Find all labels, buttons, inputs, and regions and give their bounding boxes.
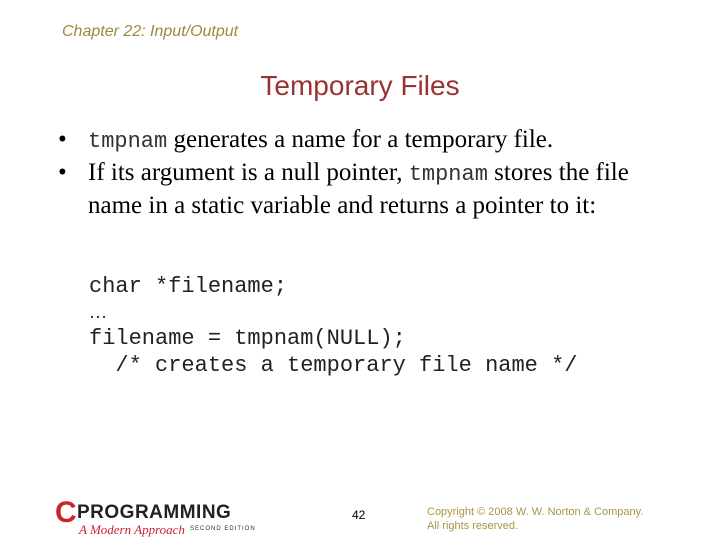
page-number: 42 bbox=[352, 508, 366, 522]
code-line: … bbox=[89, 302, 107, 322]
code-block: char *filename; … filename = tmpnam(NULL);… bbox=[89, 273, 577, 379]
copyright-line: All rights reserved. bbox=[427, 520, 519, 532]
bullet-item: • If its argument is a null pointer, tmp… bbox=[58, 157, 678, 221]
logo-title: PROGRAMMING bbox=[77, 502, 232, 523]
bullet-item: • tmpnam generates a name for a temporar… bbox=[58, 124, 678, 157]
code-line: char *filename; bbox=[89, 274, 288, 299]
logo-edition: SECOND EDITION bbox=[190, 526, 256, 532]
copyright-notice: Copyright © 2008 W. W. Norton & Company.… bbox=[427, 505, 643, 533]
logo-c-icon: C bbox=[55, 496, 77, 529]
code-line: /* creates a temporary file name */ bbox=[89, 353, 578, 378]
code-line: filename = tmpnam(NULL); bbox=[89, 326, 406, 351]
inline-code: tmpnam bbox=[88, 129, 168, 154]
bullet-text: If its argument is a null pointer, bbox=[88, 159, 409, 186]
slide-title: Temporary Files bbox=[260, 70, 460, 101]
book-logo: C PROGRAMMING A Modern Approach SECOND E… bbox=[55, 498, 270, 538]
bullet-text: generates a name for a temporary file. bbox=[167, 126, 554, 153]
bullet-list: • tmpnam generates a name for a temporar… bbox=[58, 124, 678, 221]
chapter-heading: Chapter 22: Input/Output bbox=[62, 23, 239, 40]
logo-subtitle: A Modern Approach bbox=[79, 522, 185, 537]
bullet-icon: • bbox=[58, 159, 67, 186]
inline-code: tmpnam bbox=[408, 162, 488, 187]
bullet-icon: • bbox=[58, 126, 67, 153]
copyright-line: Copyright © 2008 W. W. Norton & Company. bbox=[427, 506, 644, 518]
